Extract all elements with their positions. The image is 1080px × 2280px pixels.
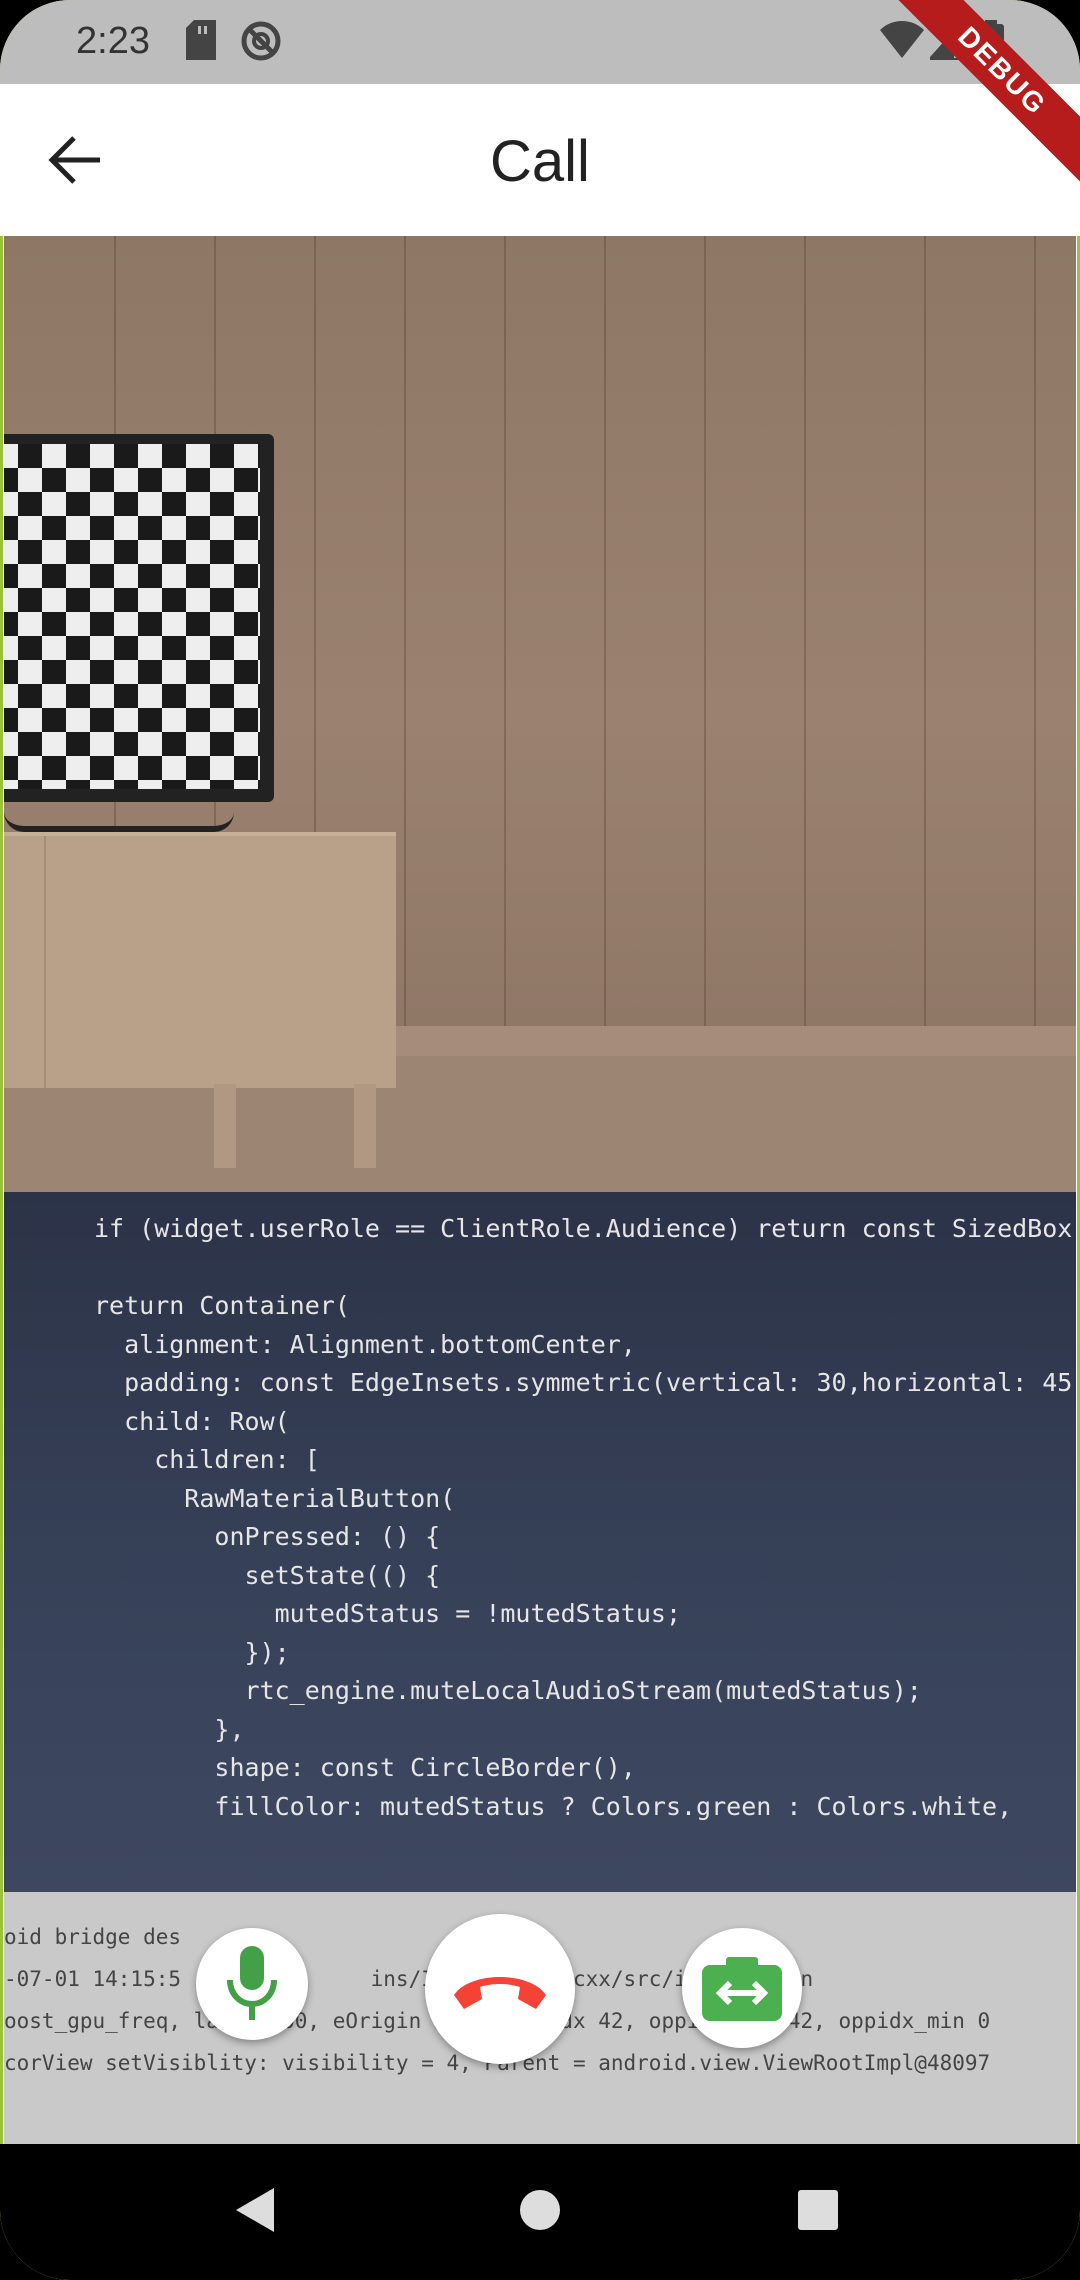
nav-home-button[interactable] xyxy=(504,2174,576,2246)
circle-home-icon xyxy=(520,2190,560,2230)
nav-back-button[interactable] xyxy=(222,2174,294,2246)
square-recents-icon xyxy=(798,2190,838,2230)
wifi-icon xyxy=(880,20,924,65)
phone-hangup-icon xyxy=(454,1977,546,2009)
end-call-button[interactable] xyxy=(425,1914,575,2064)
page-title: Call xyxy=(490,129,590,194)
triangle-back-icon xyxy=(236,2188,274,2232)
mute-button[interactable] xyxy=(196,1928,308,2040)
cabinet-image xyxy=(4,832,396,1088)
code-text: if (widget.userRole == ClientRole.Audien… xyxy=(94,1214,1076,1821)
tv-image xyxy=(4,434,274,802)
switch-camera-button[interactable] xyxy=(682,1928,802,2048)
app-bar: Call xyxy=(0,84,1080,236)
remote-video-view xyxy=(4,236,1076,1192)
nav-recents-button[interactable] xyxy=(782,2174,854,2246)
do-not-disturb-icon xyxy=(240,20,282,67)
sd-card-icon xyxy=(186,20,216,65)
phone-screen: 2:23 DEBUG Call if (widget.userRole == C… xyxy=(0,0,1080,2280)
status-time: 2:23 xyxy=(76,20,150,62)
microphone-icon xyxy=(227,1946,277,2020)
navigation-bar xyxy=(0,2144,1080,2280)
camera-switch-icon xyxy=(702,1957,782,2021)
